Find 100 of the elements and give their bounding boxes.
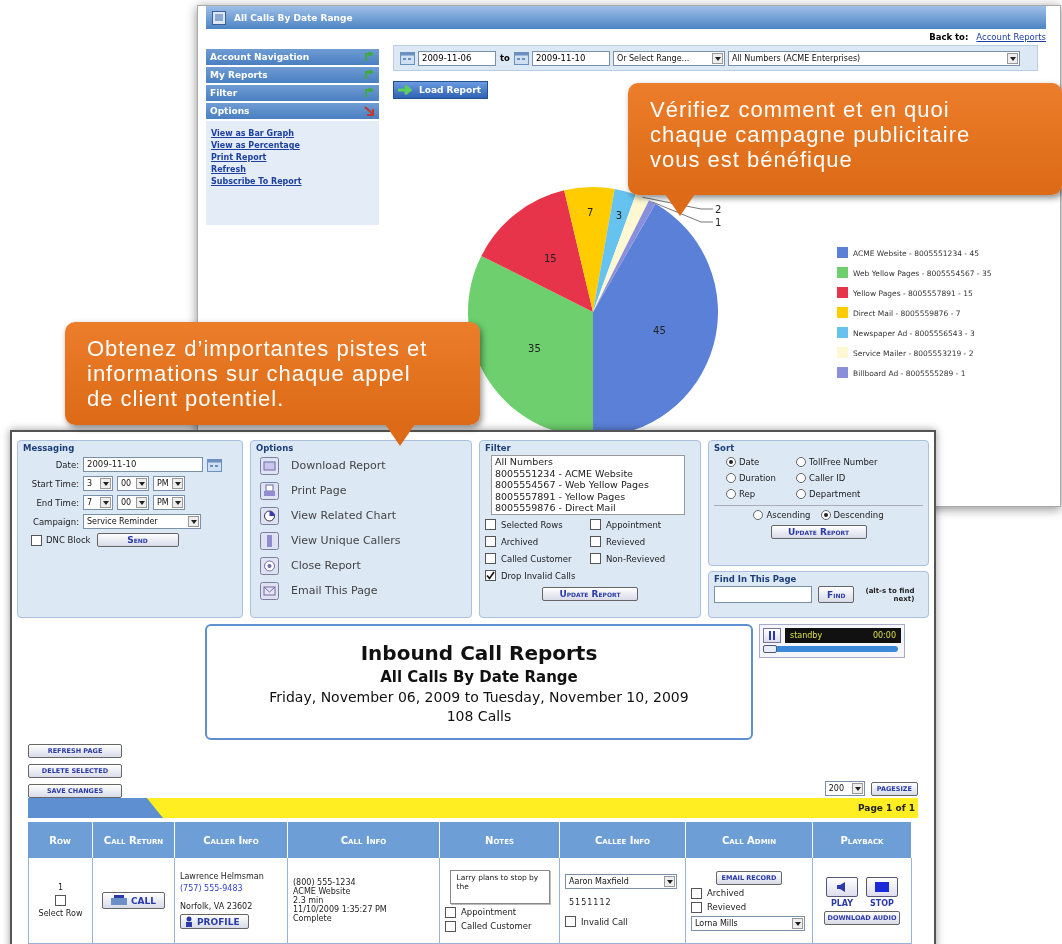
- option-link[interactable]: Email This Page: [291, 584, 378, 597]
- checkbox[interactable]: [565, 916, 576, 927]
- option-link[interactable]: View as Percentage: [211, 141, 374, 150]
- numbers-dropdown[interactable]: All Numbers (ACME Enterprises): [727, 50, 1020, 66]
- load-report-button[interactable]: Load Report: [393, 81, 488, 99]
- list-option[interactable]: 8005554567 - Web Yellow Pages: [495, 479, 681, 491]
- option-link[interactable]: View as Bar Graph: [211, 129, 374, 138]
- time-dropdown[interactable]: 00: [117, 495, 149, 510]
- time-dropdown[interactable]: 00: [117, 476, 149, 491]
- bubble-pointer: [665, 194, 695, 216]
- column-header: Notes: [440, 822, 560, 858]
- time-dropdown[interactable]: PM: [153, 495, 185, 510]
- arrow-icon: [363, 87, 375, 99]
- checkbox[interactable]: [590, 553, 601, 564]
- checkbox[interactable]: [445, 906, 456, 918]
- option-link[interactable]: Print Report: [211, 153, 374, 162]
- player-status: standby: [790, 631, 823, 640]
- update-report-button[interactable]: Update Report: [542, 587, 638, 601]
- checkbox[interactable]: [485, 519, 496, 530]
- document-icon: [260, 456, 279, 475]
- checkbox[interactable]: [445, 920, 456, 932]
- checkbox[interactable]: [485, 553, 496, 564]
- campaign-dropdown[interactable]: Service Reminder: [83, 514, 201, 529]
- check-icon: [486, 571, 495, 580]
- list-option[interactable]: 8005559876 - Direct Mail: [495, 502, 681, 514]
- pause-icon: [768, 631, 776, 640]
- range-dropdown[interactable]: Or Select Range...: [612, 50, 725, 66]
- checkbox-label: Drop Invalid Calls: [501, 570, 576, 581]
- callout-text: Obtenez d’importantes pistes et informations sur chaque appel de client potentiel.: [87, 336, 429, 411]
- list-option[interactable]: 8005551234 - ACME Website: [495, 467, 681, 479]
- number-list[interactable]: All Numbers 8005551234 - ACME Website 8005554567 - Web Yellow Pages 8005557891 - Yellow Pages 8005559876 - Direct Mail: [491, 455, 685, 515]
- radio-button[interactable]: [726, 473, 736, 483]
- data-label: 3: [615, 210, 623, 222]
- list-option[interactable]: All Numbers: [495, 456, 681, 468]
- back-to-label: Back to:: [929, 32, 969, 42]
- checkbox[interactable]: [485, 536, 496, 547]
- checkbox-label: Select Row: [38, 909, 83, 918]
- radio-button[interactable]: [753, 510, 764, 520]
- date-label: Date:: [54, 459, 79, 470]
- caller-phone-link[interactable]: (757) 555-9483: [180, 884, 282, 893]
- start-date-field[interactable]: 2009-11-06: [418, 50, 496, 66]
- update-report-button[interactable]: Update Report: [770, 525, 867, 539]
- checkbox[interactable]: [590, 519, 601, 530]
- data-label: 35: [528, 343, 541, 355]
- account-reports-link[interactable]: Account Reports: [976, 32, 1046, 42]
- panel-title: Messaging: [23, 443, 76, 453]
- callee-dropdown[interactable]: Aaron Maxfield: [565, 874, 677, 889]
- rep-dropdown[interactable]: Lorna Mills: [691, 915, 805, 931]
- calendar-icon: [207, 457, 222, 472]
- date-field[interactable]: 2009-11-10: [83, 457, 203, 472]
- checkbox[interactable]: [691, 901, 702, 913]
- checkbox[interactable]: [691, 887, 702, 899]
- find-field[interactable]: [714, 586, 812, 603]
- checkbox-label: Revieved: [707, 902, 747, 912]
- column-header: Playback: [813, 822, 912, 858]
- caller-name: Lawrence Helmsman: [180, 872, 265, 881]
- find-button[interactable]: Find: [818, 586, 855, 603]
- column-header: Row: [28, 822, 93, 858]
- stop-button[interactable]: [866, 876, 898, 897]
- time-dropdown[interactable]: 3: [83, 476, 113, 491]
- page-size-dropdown[interactable]: 200: [824, 781, 865, 796]
- send-button[interactable]: Send: [96, 533, 179, 547]
- callout-text: Vérifiez comment et en quoi chaque campagne publicitaire vous est bénéfique: [650, 97, 972, 172]
- checkbox[interactable]: [31, 534, 42, 546]
- radio-button[interactable]: [726, 489, 736, 499]
- panel-title: Find In This Page: [714, 574, 798, 584]
- option-link[interactable]: View Unique Callers: [291, 534, 401, 547]
- call-info-text: ACME Website: [293, 887, 352, 896]
- time-dropdown[interactable]: PM: [153, 476, 185, 491]
- arrow-icon: [397, 84, 415, 96]
- list-option[interactable]: 8005557891 - Yellow Pages: [495, 490, 681, 502]
- checkbox-label: Called Customer: [461, 921, 532, 931]
- call-info-text: 2.3 min: [293, 896, 325, 905]
- checkbox[interactable]: [590, 536, 601, 547]
- radio-button[interactable]: [820, 510, 831, 520]
- radio-button[interactable]: [796, 489, 806, 499]
- radio-label: Department: [809, 489, 861, 499]
- row-number: 1: [57, 883, 64, 892]
- option-link[interactable]: Download Report: [291, 459, 386, 472]
- checkbox-label: Invalid Call: [581, 916, 628, 927]
- profile-button[interactable]: PROFILE: [180, 914, 249, 929]
- column-header: Call Info: [288, 822, 440, 858]
- option-link[interactable]: Refresh: [211, 165, 374, 174]
- call-info-text: (800) 555-1234: [293, 878, 357, 887]
- end-date-field[interactable]: 2009-11-10: [531, 50, 610, 66]
- radio-button[interactable]: [796, 473, 806, 483]
- checkbox[interactable]: [55, 895, 66, 906]
- pause-button[interactable]: [763, 628, 781, 643]
- checkbox[interactable]: [485, 570, 496, 581]
- option-link[interactable]: Subscribe To Report: [211, 177, 374, 186]
- option-link[interactable]: Close Report: [291, 559, 361, 572]
- play-button[interactable]: [826, 876, 858, 897]
- time-dropdown[interactable]: 7: [83, 495, 113, 510]
- radio-label: Duration: [739, 473, 776, 483]
- option-link[interactable]: Print Page: [291, 484, 347, 497]
- call-button[interactable]: CALL: [101, 892, 165, 909]
- radio-button[interactable]: [726, 457, 736, 467]
- progress-thumb[interactable]: [763, 645, 777, 653]
- option-link[interactable]: View Related Chart: [291, 509, 397, 522]
- radio-button[interactable]: [796, 457, 806, 467]
